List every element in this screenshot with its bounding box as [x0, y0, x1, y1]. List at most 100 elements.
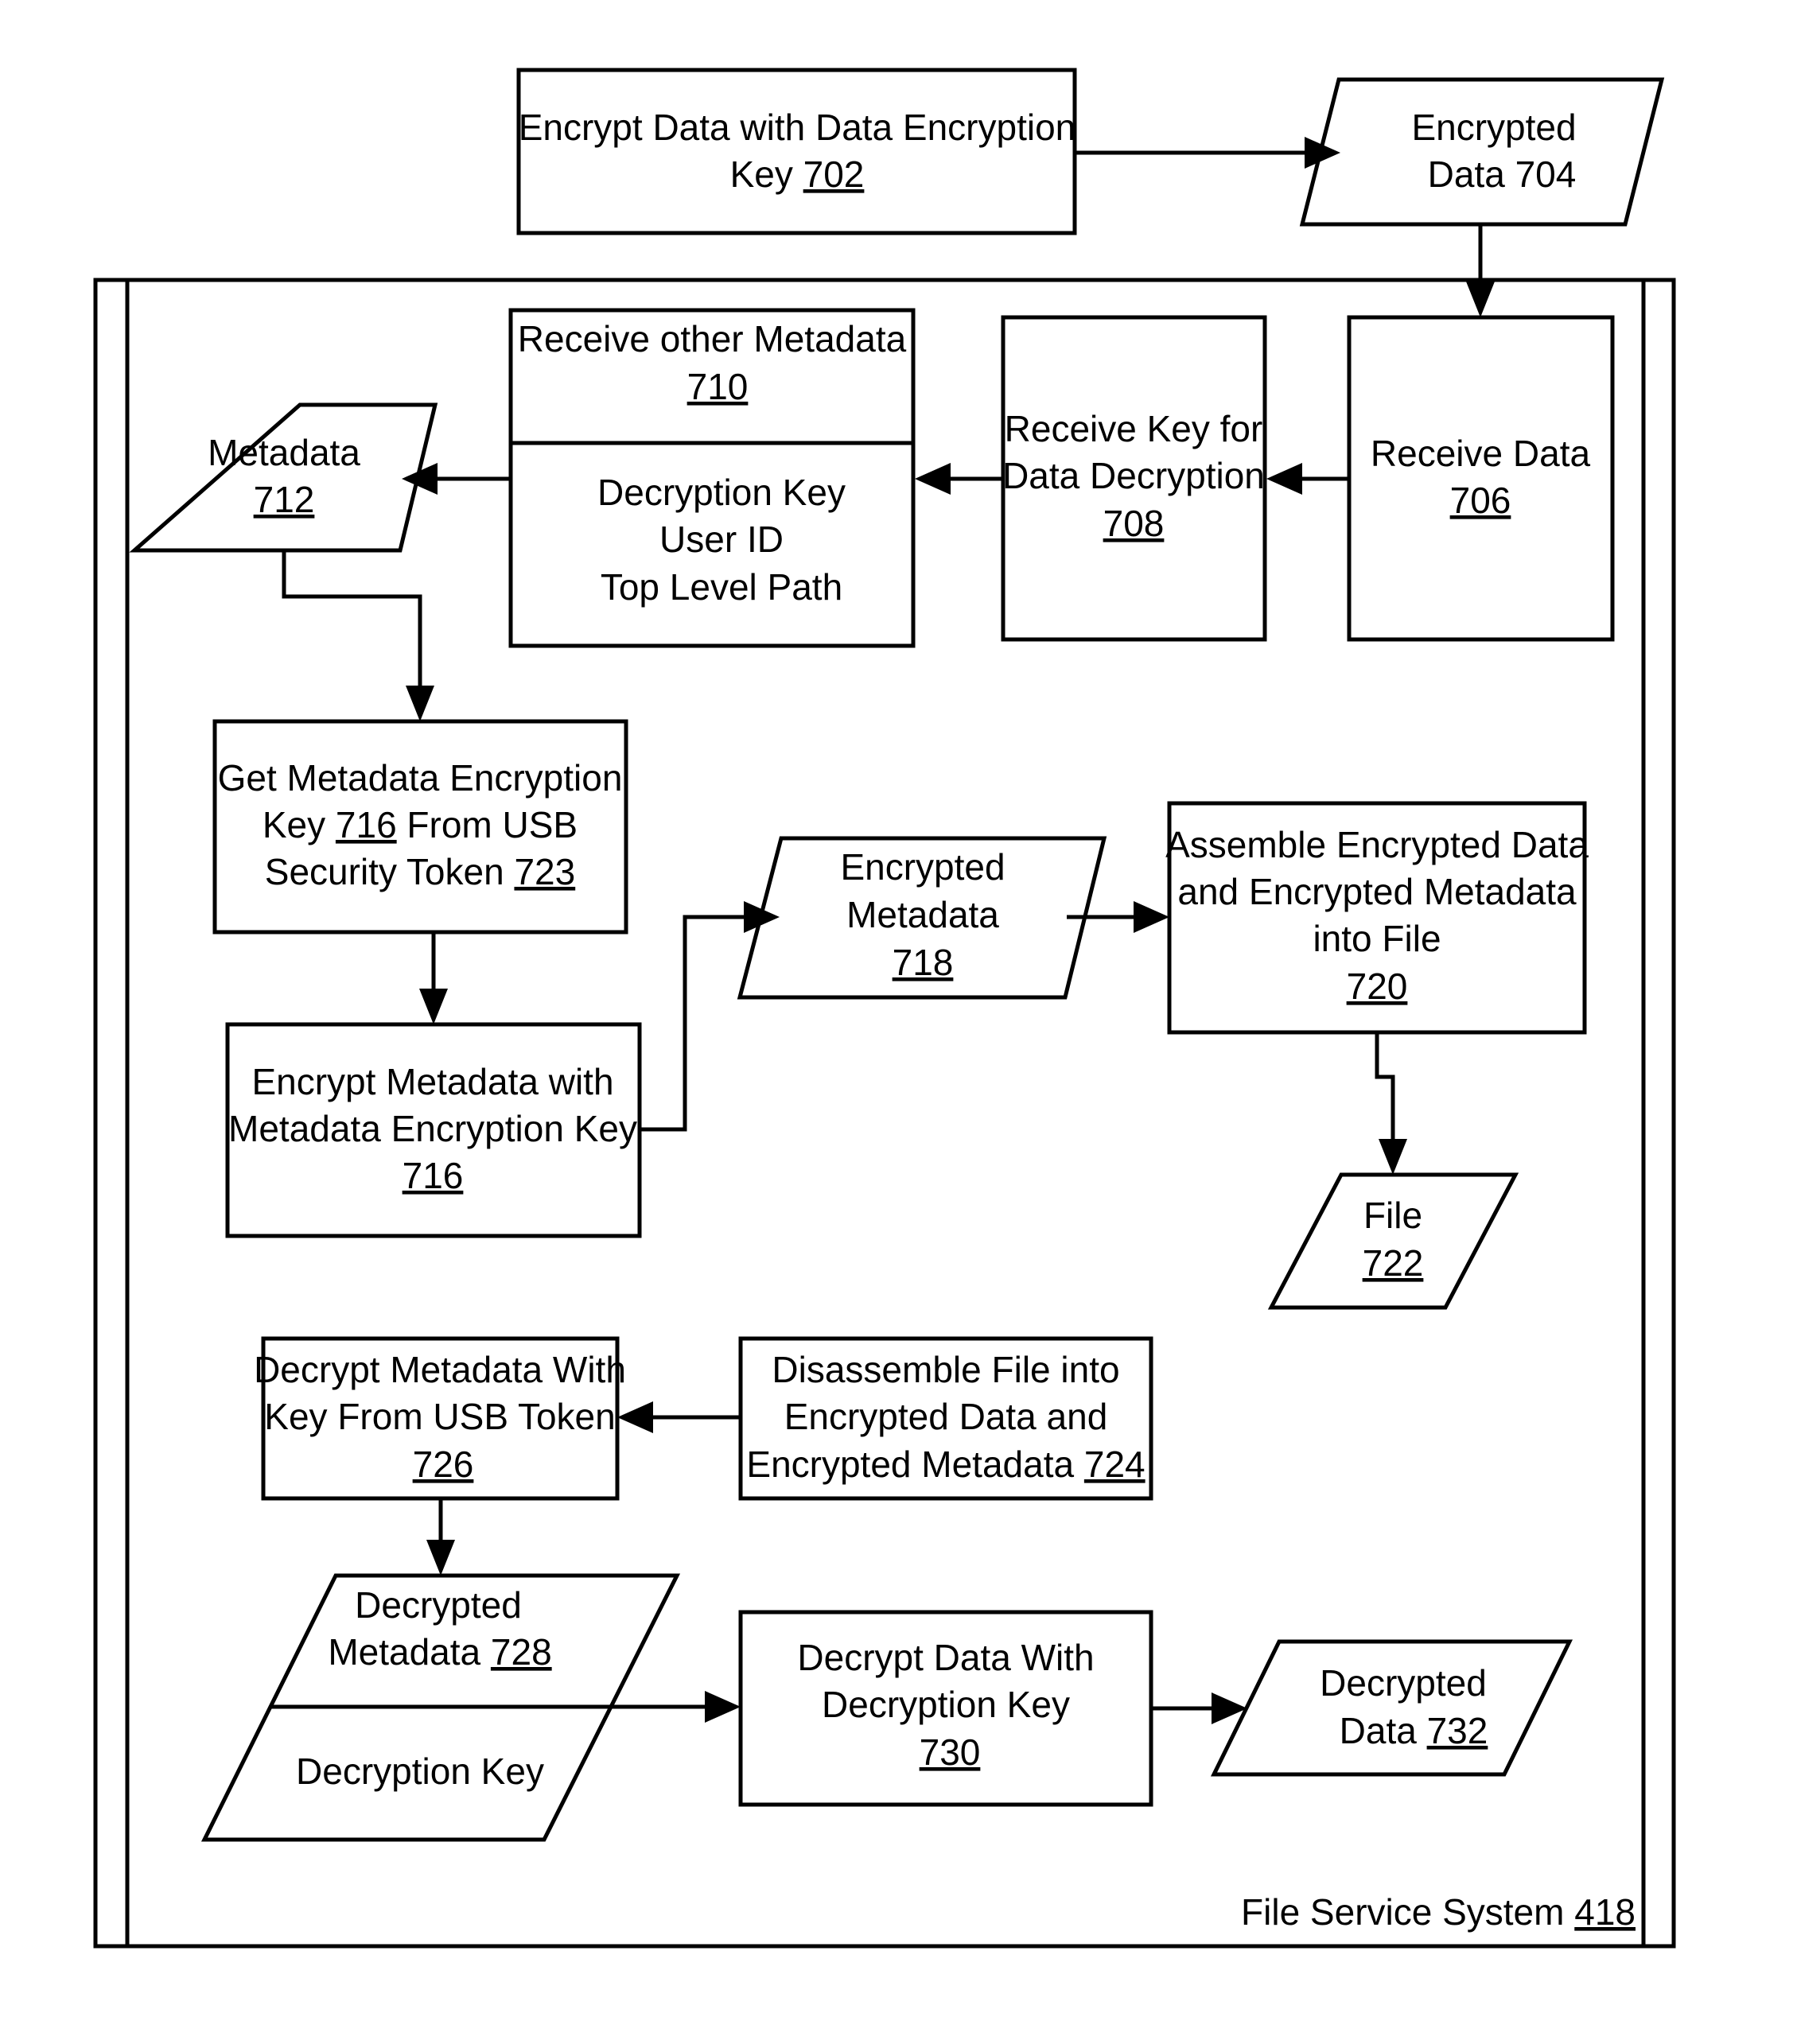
node-726-line2: Key From USB Token [264, 1396, 615, 1437]
arrow-708-710-head [915, 463, 951, 495]
node-708-line1: Receive Key for [1005, 408, 1263, 449]
arrow-702-to-704 [1075, 137, 1340, 169]
node-730-ref: 730 [920, 1731, 981, 1773]
node-722-ref: 722 [1363, 1242, 1424, 1284]
node-732-line2: Data 732 [1340, 1710, 1488, 1751]
node-706-receive-data[interactable]: Receive Data 706 [1347, 315, 1615, 642]
arrow-712-to-716a [282, 550, 434, 721]
node-724-disassemble-file[interactable]: Disassemble File into Encrypted Data and… [738, 1336, 1153, 1501]
node-718-line2: Metadata [846, 894, 999, 935]
node-722-file[interactable]: File 722 [1267, 1172, 1519, 1310]
node-728-decrypted-metadata[interactable]: Decrypted Metadata 728 Decryption Key [200, 1573, 681, 1842]
node-702-line1: Encrypt Data with Data Encryption [519, 107, 1076, 148]
node-710-ref: 710 [687, 366, 749, 407]
node-710-field-user-id: User ID [659, 519, 784, 560]
node-730-decrypt-data[interactable]: Decrypt Data With Decryption Key 730 [738, 1610, 1153, 1807]
arrow-716b-718-line [640, 915, 745, 1132]
node-704-encrypted-data[interactable]: Encrypted Data 704 [1299, 77, 1665, 227]
node-716a-line2-ref: 716 [336, 804, 397, 845]
node-706-box [1347, 315, 1615, 642]
node-718-encrypted-metadata[interactable]: Encrypted Metadata 718 [737, 836, 1107, 1000]
arrow-730-to-732 [1151, 1692, 1247, 1724]
node-716a-line3: Security Token 723 [265, 851, 575, 892]
node-704-parallelogram [1299, 77, 1665, 227]
node-710-field-decryption-key: Decryption Key [597, 472, 846, 513]
node-724-ref: 724 [1084, 1444, 1145, 1485]
node-720-line2: and Encrypted Metadata [1177, 871, 1577, 912]
arrow-724-726-head [617, 1401, 653, 1433]
arrow-718-720-head [1134, 901, 1169, 933]
node-720-assemble-file[interactable]: Assemble Encrypted Data and Encrypted Me… [1165, 801, 1589, 1035]
node-716a-line3-ref: 723 [514, 851, 575, 892]
node-716b-ref: 716 [403, 1155, 464, 1196]
node-712-parallelogram [129, 402, 438, 553]
node-708-receive-key[interactable]: Receive Key for Data Decryption 708 [1001, 315, 1267, 642]
arrow-724-to-726 [617, 1401, 741, 1433]
arrow-728-730-head [705, 1691, 741, 1723]
node-720-line1: Assemble Encrypted Data [1165, 824, 1589, 865]
arrow-728-to-730 [611, 1691, 741, 1723]
node-710-field-top-level-path: Top Level Path [601, 566, 842, 608]
node-706-ref: 706 [1450, 480, 1511, 521]
node-720-ref: 720 [1347, 966, 1408, 1007]
node-732-line1: Decrypted [1320, 1662, 1487, 1704]
node-718-ref: 718 [893, 942, 954, 983]
node-728-field-decryption-key: Decryption Key [296, 1751, 544, 1792]
node-730-line2: Decryption Key [822, 1684, 1070, 1725]
node-724-line2: Encrypted Data and [784, 1396, 1108, 1437]
arrow-716a-to-716b [419, 932, 448, 1024]
arrow-716a-716b-head [419, 989, 448, 1024]
arrow-720-722-head [1379, 1139, 1407, 1175]
node-728-line2-pre: Metadata [328, 1631, 491, 1673]
node-720-line3: into File [1313, 918, 1441, 959]
node-704-line2: Data 704 [1428, 153, 1577, 195]
frame-label-text: File Service System [1241, 1891, 1564, 1933]
node-726-ref: 726 [413, 1444, 474, 1485]
node-716a-line2-pre: Key [263, 804, 336, 845]
node-716a-line2-post: From USB [397, 804, 578, 845]
arrow-720-722-line [1375, 1032, 1395, 1141]
node-732-line2-pre: Data [1340, 1710, 1427, 1751]
arrow-726-to-728 [426, 1498, 455, 1576]
arrow-706-708-head [1266, 463, 1302, 495]
node-726-decrypt-metadata[interactable]: Decrypt Metadata With Key From USB Token… [254, 1336, 626, 1501]
node-716a-line2: Key 716 From USB [263, 804, 578, 845]
node-724-line1: Disassemble File into [772, 1349, 1119, 1390]
node-728-ref: 728 [491, 1631, 552, 1673]
node-702-line2: Key 702 [730, 153, 865, 195]
node-710-line1: Receive other Metadata [518, 318, 907, 359]
node-702-ref: 702 [803, 153, 865, 195]
node-726-line1: Decrypt Metadata With [254, 1349, 626, 1390]
node-708-ref: 708 [1103, 503, 1165, 544]
node-706-line1: Receive Data [1371, 433, 1591, 474]
node-716-get-metadata-key[interactable]: Get Metadata Encryption Key 716 From USB… [212, 719, 628, 935]
node-716b-line1: Encrypt Metadata with [251, 1061, 613, 1102]
arrow-726-728-head [426, 1540, 455, 1576]
arrow-720-to-722 [1375, 1032, 1407, 1175]
node-712-metadata[interactable]: Metadata 712 [129, 402, 438, 553]
node-732-ref: 732 [1427, 1710, 1488, 1751]
node-722-line1: File [1363, 1195, 1422, 1236]
node-702-box [516, 68, 1077, 235]
node-712-line1: Metadata [208, 432, 360, 473]
node-716a-line1: Get Metadata Encryption [218, 757, 623, 799]
node-728-line2: Metadata 728 [328, 1631, 551, 1673]
arrow-708-to-710 [915, 463, 1003, 495]
node-724-line3-pre: Encrypted Metadata [746, 1444, 1083, 1485]
node-702-tail: Key [730, 153, 793, 195]
frame-label-ref: 418 [1574, 1891, 1636, 1933]
node-716-encrypt-metadata[interactable]: Encrypt Metadata with Metadata Encryptio… [225, 1022, 642, 1238]
node-718-line1: Encrypted [840, 846, 1005, 888]
node-704-line1: Encrypted [1411, 107, 1576, 148]
node-716b-line2: Metadata Encryption Key [228, 1108, 637, 1149]
arrow-706-to-708 [1266, 463, 1349, 495]
arrow-712-716a-line [282, 550, 422, 688]
node-710-receive-other-metadata[interactable]: Receive other Metadata 710 Decryption Ke… [508, 308, 916, 648]
node-702-encrypt-data[interactable]: Encrypt Data with Data Encryption Key 70… [516, 68, 1077, 235]
node-716a-line3-pre: Security Token [265, 851, 515, 892]
flowchart: File Service System 418 Encrypt Data wit… [93, 68, 1676, 1949]
arrow-704-to-706 [1466, 224, 1495, 317]
node-728-line1: Decrypted [355, 1584, 522, 1626]
node-732-decrypted-data[interactable]: Decrypted Data 732 [1210, 1639, 1573, 1777]
arrow-704-706-head [1466, 282, 1495, 317]
